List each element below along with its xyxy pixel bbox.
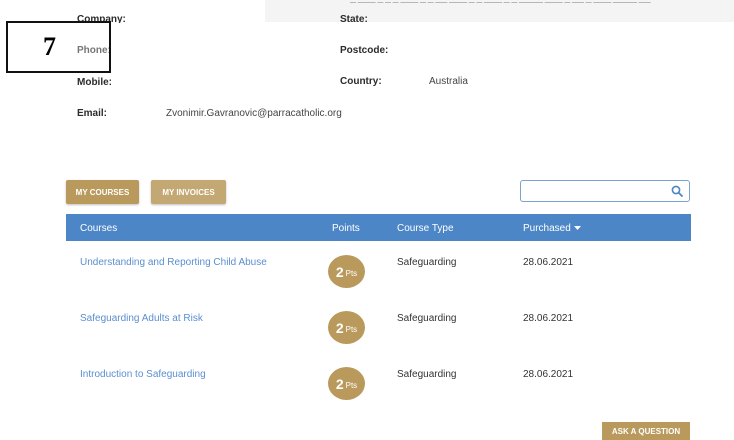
column-header-purchased[interactable]: Purchased bbox=[523, 223, 571, 234]
points-unit: Pts bbox=[345, 269, 358, 278]
course-type: Safeguarding bbox=[397, 313, 457, 324]
my-courses-button[interactable]: MY COURSES bbox=[66, 180, 139, 204]
course-link[interactable]: Introduction to Safeguarding bbox=[80, 369, 206, 380]
column-header-course-type[interactable]: Course Type bbox=[397, 223, 454, 234]
postcode-label: Postcode: bbox=[340, 45, 389, 56]
points-value: 2 bbox=[335, 263, 344, 280]
purchased-date: 28.06.2021 bbox=[523, 313, 574, 324]
search-input[interactable] bbox=[520, 180, 690, 202]
search-icon[interactable] bbox=[671, 185, 683, 197]
points-unit: Pts bbox=[345, 325, 358, 334]
points-value: 2 bbox=[335, 319, 344, 336]
ask-a-question-button[interactable]: ASK A QUESTION bbox=[602, 422, 690, 440]
course-link[interactable]: Understanding and Reporting Child Abuse bbox=[80, 257, 267, 268]
mobile-label: Mobile: bbox=[77, 77, 112, 88]
column-header-points[interactable]: Points bbox=[332, 223, 360, 234]
state-label: State: bbox=[340, 14, 368, 23]
sort-caret-down-icon[interactable] bbox=[574, 226, 581, 230]
table-row: Safeguarding Adults at Risk 2 Pts Safegu… bbox=[66, 298, 691, 354]
my-invoices-button[interactable]: MY INVOICES bbox=[151, 180, 226, 204]
points-badge: 2 Pts bbox=[328, 311, 365, 344]
points-badge: 2 Pts bbox=[328, 255, 365, 288]
points-badge: 2 Pts bbox=[328, 367, 365, 400]
table-header: Courses Points Course Type Purchased bbox=[66, 214, 691, 241]
step-annotation-box bbox=[6, 21, 111, 73]
country-value: Australia bbox=[429, 76, 468, 87]
purchased-date: 28.06.2021 bbox=[523, 369, 574, 380]
table-row: Introduction to Safeguarding 2 Pts Safeg… bbox=[66, 354, 691, 410]
top-strip-blank bbox=[0, 0, 265, 22]
course-type: Safeguarding bbox=[397, 257, 457, 268]
top-strip-text: — ——— — — — ——— — — —— ——— — — ——— — — —… bbox=[350, 0, 651, 6]
column-header-courses[interactable]: Courses bbox=[80, 223, 117, 234]
course-link[interactable]: Safeguarding Adults at Risk bbox=[80, 313, 203, 324]
table-row: Understanding and Reporting Child Abuse … bbox=[66, 242, 691, 298]
purchased-date: 28.06.2021 bbox=[523, 257, 574, 268]
email-label: Email: bbox=[77, 108, 108, 119]
country-label: Country: bbox=[340, 76, 382, 87]
points-value: 2 bbox=[335, 375, 344, 392]
course-type: Safeguarding bbox=[397, 369, 457, 380]
email-value: Zvonimir.Gavranovic@parracatholic.org bbox=[166, 108, 342, 119]
points-unit: Pts bbox=[345, 381, 358, 390]
step-number: 7 bbox=[43, 32, 56, 61]
